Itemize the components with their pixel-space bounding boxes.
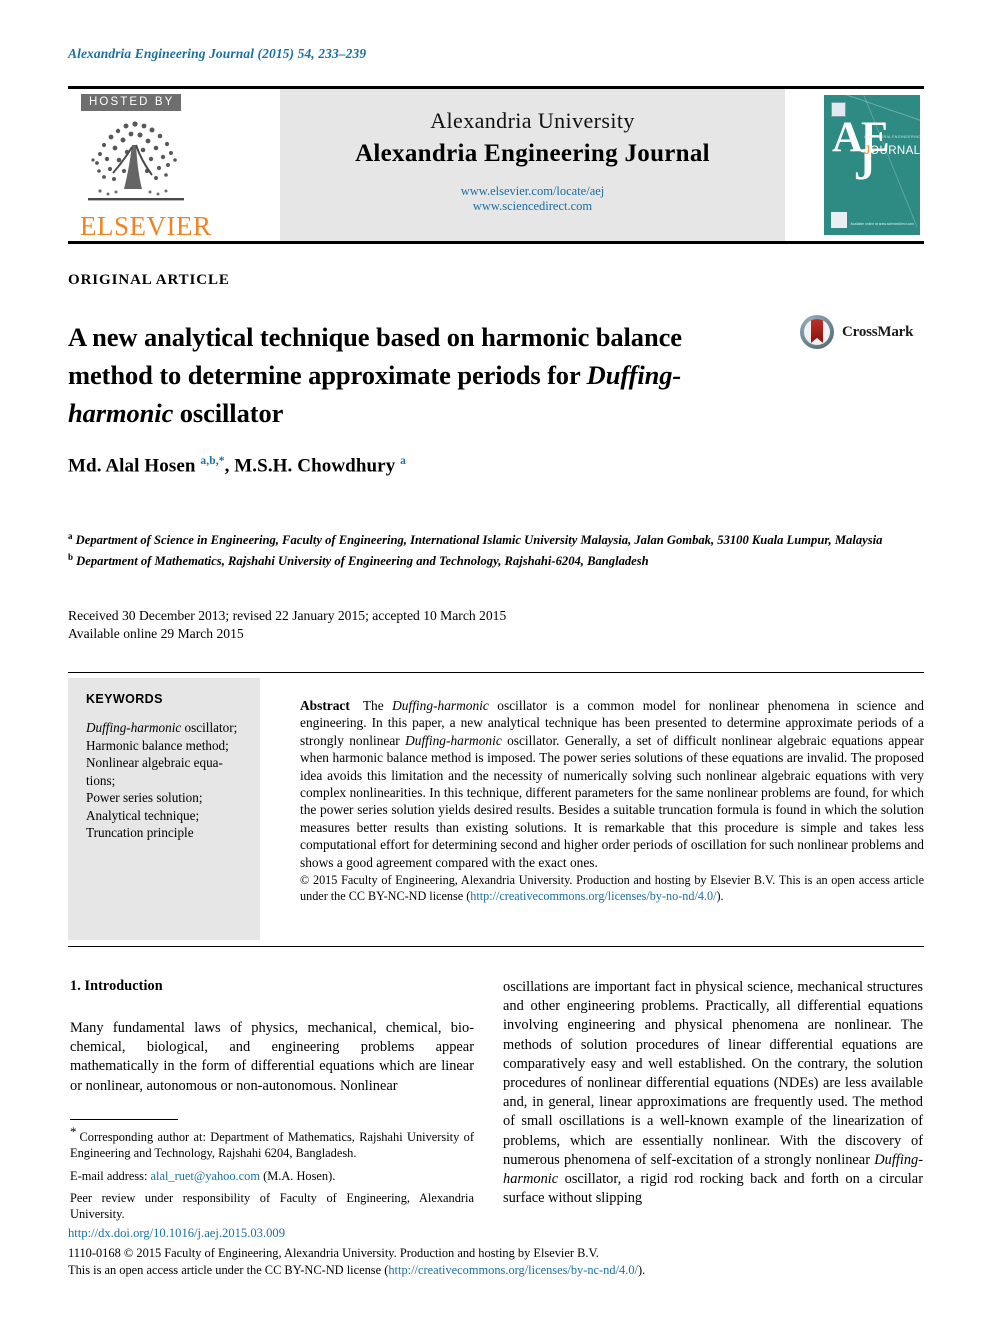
footnote-block: * Corresponding author at: Department of … bbox=[70, 1124, 474, 1228]
affiliation-marker-a: a bbox=[68, 531, 73, 541]
masthead-bottom-rule bbox=[68, 241, 924, 244]
footnote-corresponding-author: * Corresponding author at: Department of … bbox=[70, 1124, 474, 1162]
doi-line: http://dx.doi.org/10.1016/j.aej.2015.03.… bbox=[68, 1226, 285, 1241]
cover-footer-text: Available online at www.sciencedirect.co… bbox=[850, 222, 914, 226]
abstract-italic-1: Duffing-harmonic bbox=[392, 698, 489, 713]
page-title: A new analytical technique based on harm… bbox=[68, 318, 758, 432]
elsevier-wordmark: ELSEVIER bbox=[80, 211, 212, 241]
abstract-copyright-end: ). bbox=[716, 888, 724, 903]
journal-urls: www.elsevier.com/locate/aej www.scienced… bbox=[280, 184, 785, 214]
paper-page: Alexandria Engineering Journal (2015) 54… bbox=[0, 0, 992, 1323]
history-received-line: Received 30 December 2013; revised 22 Ja… bbox=[68, 608, 507, 623]
crossmark-icon-inner bbox=[804, 319, 830, 345]
sciencedirect-url[interactable]: www.sciencedirect.com bbox=[473, 199, 592, 213]
section-heading-introduction: 1. Introduction bbox=[70, 978, 163, 994]
cover-subtitle: ALEXANDRIA ENGINEERING bbox=[864, 135, 920, 139]
journal-university: Alexandria University bbox=[430, 108, 635, 133]
title-text-part2: oscillator bbox=[173, 397, 284, 428]
footnote-corresponding-text: Corresponding author at: Department of M… bbox=[70, 1130, 474, 1161]
elsevier-tree-icon bbox=[88, 121, 184, 201]
history-available-line: Available online 29 March 2015 bbox=[68, 626, 244, 641]
footnote-peer-review: Peer review under responsibility of Facu… bbox=[70, 1190, 474, 1221]
body-left-column: 1. Introduction Many fundamental laws of… bbox=[70, 978, 474, 1096]
author-separator: , M.S.H. Chowdhury bbox=[224, 455, 396, 477]
intro-paragraph-right: oscillations are important fact in physi… bbox=[503, 978, 923, 1208]
hosted-by-badge: HOSTED BY bbox=[81, 94, 182, 111]
cover-journal-word: JOURNAL bbox=[864, 145, 920, 157]
keyword-item: Analytical technique; bbox=[86, 807, 200, 823]
article-history: Received 30 December 2013; revised 22 Ja… bbox=[68, 607, 506, 643]
keyword-item: Harmonic balance method; bbox=[86, 737, 229, 753]
footnote-email-label: E-mail address: bbox=[70, 1168, 151, 1183]
keywords-heading: KEYWORDS bbox=[86, 692, 163, 706]
footer-issn-line: 1110-0168 © 2015 Faculty of Engineering,… bbox=[68, 1246, 599, 1260]
intro-right-text-2: oscillator, a rigid rod rocking back and… bbox=[503, 1171, 923, 1207]
abstract-body: Abstract The Duffing-harmonic oscillator … bbox=[300, 697, 924, 871]
abstract-top-rule bbox=[68, 672, 924, 673]
cover-artwork: AE J ALEXANDRIA ENGINEERING JOURNAL Avai… bbox=[824, 95, 920, 235]
abstract-heading: Abstract bbox=[300, 698, 350, 713]
cover-elsevier-logo-icon bbox=[831, 212, 847, 228]
crossmark-label: CrossMark bbox=[842, 323, 914, 340]
journal-cover-thumbnail: AE J ALEXANDRIA ENGINEERING JOURNAL Avai… bbox=[820, 91, 924, 239]
footnote-rule bbox=[70, 1119, 178, 1120]
keywords-box: KEYWORDS Duffing-harmonic oscillator; Ha… bbox=[68, 678, 260, 940]
footer-license-post: ). bbox=[637, 1262, 646, 1277]
keyword-item: Truncation principle bbox=[86, 825, 194, 840]
crossmark-bookmark-shape bbox=[811, 319, 823, 343]
abstract-copyright: © 2015 Faculty of Engineering, Alexandri… bbox=[300, 873, 924, 904]
keyword-item: Duffing-harmonic oscillator; bbox=[86, 719, 244, 737]
journal-title: Alexandria Engineering Journal bbox=[355, 140, 710, 167]
keyword-item: Nonlinear algebraic equa- bbox=[86, 755, 223, 770]
abstract-text-3: oscillator. Generally, a set of difficul… bbox=[300, 732, 925, 870]
affiliation-list: a Department of Science in Engineering, … bbox=[68, 528, 928, 569]
keyword-item: tions; bbox=[86, 772, 116, 788]
author-name-1: Md. Alal Hosen bbox=[68, 455, 196, 477]
keyword-item: Power series solution; bbox=[86, 790, 203, 805]
abstract-section: Abstract The Duffing-harmonic oscillator … bbox=[300, 697, 924, 904]
article-type-label: ORIGINAL ARTICLE bbox=[68, 272, 230, 288]
elsevier-logo-block: HOSTED BY ELSEVIER bbox=[68, 91, 274, 241]
abstract-italic-2: Duffing-harmonic bbox=[405, 732, 502, 748]
footer-license-link[interactable]: http://creativecommons.org/licenses/by-n… bbox=[388, 1263, 638, 1277]
intro-paragraph-left: Many fundamental laws of physics, mechan… bbox=[70, 1020, 474, 1094]
abstract-license-link[interactable]: http://creativecommons.org/licenses/by-n… bbox=[470, 889, 716, 903]
footer-license-pre: This is an open access article under the… bbox=[68, 1262, 389, 1277]
abstract-bottom-rule bbox=[68, 946, 924, 947]
footer-license-block: 1110-0168 © 2015 Faculty of Engineering,… bbox=[68, 1245, 928, 1278]
footnote-email-suffix: (M.A. Hosen). bbox=[259, 1168, 336, 1183]
keyword-italic-0: Duffing-harmonic bbox=[86, 720, 182, 735]
affiliation-text-a: Department of Science in Engineering, Fa… bbox=[75, 533, 883, 548]
cover-journal-rest: OURNAL bbox=[870, 145, 920, 157]
affiliation-text-b: Department of Mathematics, Rajshahi Univ… bbox=[76, 553, 649, 568]
keyword-rest-0: oscillator; bbox=[181, 720, 238, 735]
author-list: Md. Alal Hosen a,b,*, M.S.H. Chowdhury a bbox=[68, 455, 406, 477]
footnote-email-line: E-mail address: alal_ruet@yahoo.com (M.A… bbox=[70, 1168, 474, 1184]
affiliation-marker-b: b bbox=[68, 551, 74, 562]
keywords-list: Duffing-harmonic oscillator; Harmonic ba… bbox=[86, 719, 244, 842]
intro-right-text-1: oscillations are important fact in physi… bbox=[503, 979, 923, 1168]
crossmark-icon bbox=[800, 315, 834, 349]
author-affil-marker-1[interactable]: a,b,* bbox=[200, 455, 224, 467]
footnote-email-link[interactable]: alal_ruet@yahoo.com bbox=[151, 1169, 260, 1183]
crossmark-badge[interactable]: CrossMark bbox=[800, 312, 918, 352]
footnote-star-marker: * bbox=[70, 1124, 77, 1139]
journal-locate-url[interactable]: www.elsevier.com/locate/aej bbox=[461, 184, 605, 198]
journal-masthead: HOSTED BY ELSEVIER Alexandria University… bbox=[68, 86, 924, 244]
running-head: Alexandria Engineering Journal (2015) 54… bbox=[68, 46, 367, 61]
doi-link[interactable]: http://dx.doi.org/10.1016/j.aej.2015.03.… bbox=[68, 1226, 285, 1240]
author-affil-marker-2[interactable]: a bbox=[400, 455, 406, 467]
abstract-text-1: The bbox=[362, 698, 393, 713]
body-right-column: oscillations are important fact in physi… bbox=[503, 978, 923, 1208]
